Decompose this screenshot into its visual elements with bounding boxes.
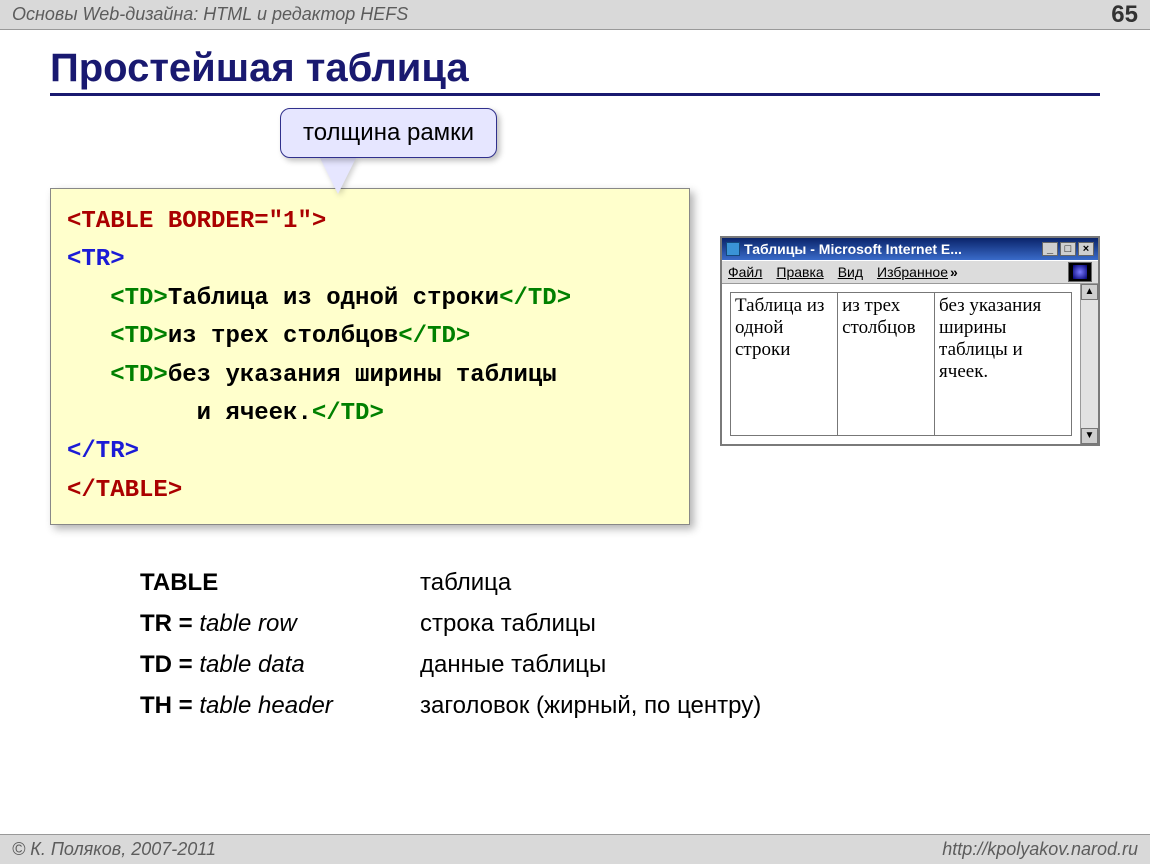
header-breadcrumb: Основы Web-дизайна: HTML и редактор HEFS [12, 4, 408, 25]
ie-app-icon [726, 242, 740, 256]
term: TR = table row [140, 604, 420, 645]
code-line: <TABLE BORDER="1"> [67, 203, 673, 241]
ie-viewport: Таблица из одной строки из трех столбцов… [730, 292, 1072, 436]
glossary-row: TH = table header заголовок (жирный, по … [140, 686, 1100, 727]
definition: строка таблицы [420, 604, 596, 645]
code-text: из трех столбцов [168, 323, 398, 350]
footer: © К. Поляков, 2007-2011 http://kpolyakov… [0, 834, 1150, 864]
code-close-table: </TABLE> [67, 477, 182, 504]
glossary-row: TD = table data данные таблицы [140, 645, 1100, 686]
ie-logo-icon [1068, 262, 1092, 282]
scroll-down-icon[interactable]: ▼ [1081, 428, 1098, 444]
ie-title-bar: Таблицы - Microsoft Internet E... _ □ × [722, 238, 1098, 260]
definition: данные таблицы [420, 645, 606, 686]
code-text: и ячеек. [197, 400, 312, 427]
callout-tail-icon [320, 158, 356, 194]
ie-title-left: Таблицы - Microsoft Internet E... [726, 241, 962, 257]
code-td-open: <TD> [110, 362, 168, 389]
term: TH = table header [140, 686, 420, 727]
code-line: <TD>из трех столбцов</TD> [67, 318, 673, 356]
code-text: без указания ширины таблицы [168, 362, 557, 389]
scroll-up-icon[interactable]: ▲ [1081, 284, 1098, 300]
glossary-row: TABLE таблица [140, 563, 1100, 604]
code-td-close: </TD> [499, 285, 571, 312]
code-td-close: </TD> [312, 400, 384, 427]
term: TD = table data [140, 645, 420, 686]
menu-favorites[interactable]: Избранное [877, 264, 958, 280]
code-td-open: <TD> [110, 285, 168, 312]
code-line: </TABLE> [67, 472, 673, 510]
minimize-button[interactable]: _ [1042, 242, 1058, 256]
definition: таблица [420, 563, 511, 604]
callout-bubble: толщина рамки [280, 108, 497, 158]
ie-body: Таблица из одной строки из трех столбцов… [722, 284, 1080, 444]
term: TABLE [140, 563, 420, 604]
page-title: Простейшая таблица [50, 46, 1100, 91]
scrollbar-vertical[interactable]: ▲ ▼ [1080, 284, 1098, 444]
glossary: TABLE таблица TR = table row строка табл… [140, 563, 1100, 726]
close-button[interactable]: × [1078, 242, 1094, 256]
table-cell: из трех столбцов [838, 293, 935, 436]
topbar: Основы Web-дизайна: HTML и редактор HEFS… [0, 0, 1150, 30]
code-box: <TABLE BORDER="1"> <TR> <TD>Таблица из о… [50, 188, 690, 525]
code-line: <TD>Таблица из одной строки</TD> [67, 280, 673, 318]
preview-table: Таблица из одной строки из трех столбцов… [730, 292, 1072, 436]
table-cell: без указания ширины таблицы и ячеек. [935, 293, 1072, 436]
code-open-table: <TABLE BORDER="1"> [67, 208, 326, 235]
code-text: Таблица из одной строки [168, 285, 499, 312]
ie-client-area: Таблица из одной строки из трех столбцов… [722, 284, 1098, 444]
menu-file[interactable]: Файл [728, 264, 762, 280]
code-td-open: <TD> [110, 323, 168, 350]
code-line: <TR> [67, 241, 673, 279]
code-line: <TD>без указания ширины таблицы [67, 357, 673, 395]
page-number: 65 [1111, 1, 1138, 29]
code-line: и ячеек.</TD> [67, 395, 673, 433]
code-close-tr: </TR> [67, 438, 139, 465]
callout-row: толщина рамки [50, 108, 1100, 196]
code-line: </TR> [67, 433, 673, 471]
glossary-row: TR = table row строка таблицы [140, 604, 1100, 645]
slide-content: Простейшая таблица толщина рамки <TABLE … [0, 30, 1150, 726]
code-td-close: </TD> [398, 323, 470, 350]
ie-window: Таблицы - Microsoft Internet E... _ □ × … [720, 236, 1100, 446]
maximize-button[interactable]: □ [1060, 242, 1076, 256]
menu-view[interactable]: Вид [838, 264, 863, 280]
table-cell: Таблица из одной строки [731, 293, 838, 436]
footer-url: http://kpolyakov.narod.ru [942, 839, 1138, 860]
definition: заголовок (жирный, по центру) [420, 686, 761, 727]
ie-menu-bar: Файл Правка Вид Избранное [722, 260, 1098, 284]
title-underline [50, 93, 1100, 96]
main-row: <TABLE BORDER="1"> <TR> <TD>Таблица из о… [50, 196, 1100, 533]
footer-copyright: © К. Поляков, 2007-2011 [12, 839, 216, 860]
code-open-tr: <TR> [67, 246, 125, 273]
ie-title-text: Таблицы - Microsoft Internet E... [744, 241, 962, 257]
menu-edit[interactable]: Правка [776, 264, 823, 280]
ie-window-buttons: _ □ × [1042, 242, 1094, 256]
